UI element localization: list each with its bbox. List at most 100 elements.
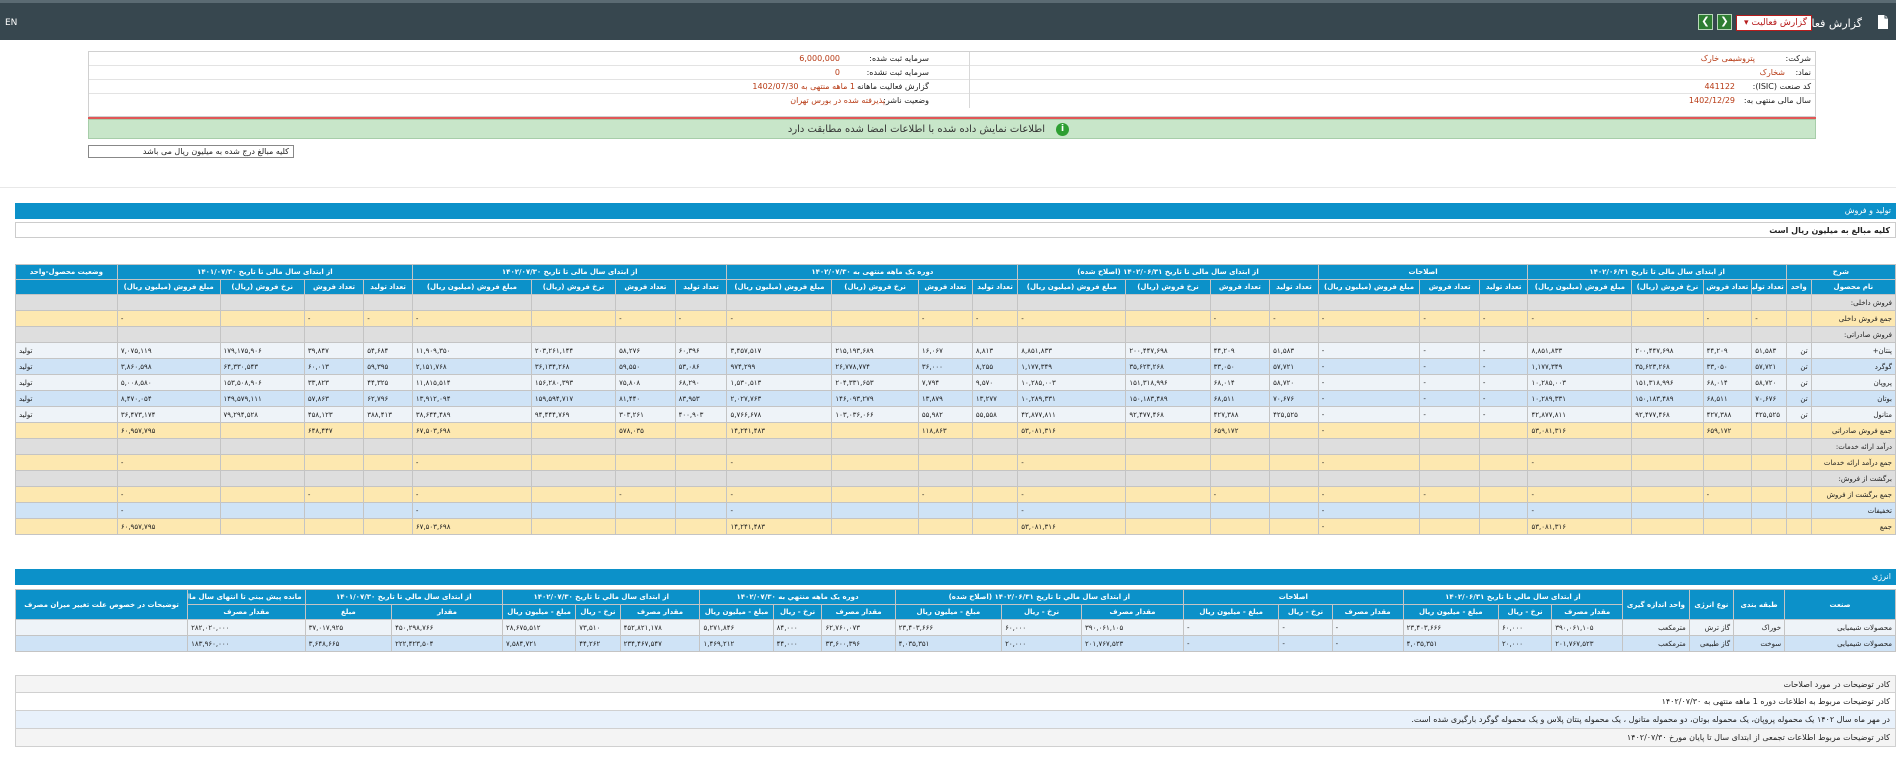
language-toggle[interactable]: EN bbox=[5, 18, 17, 28]
table-cell: ۱۵۰,۱۸۳,۴۸۹ bbox=[1125, 390, 1211, 407]
table-cell: ۲۰,۰۰۰ bbox=[1001, 635, 1082, 652]
table-cell bbox=[219, 326, 305, 343]
notes-line: کادر توضیحات مربوط اطلاعات تجمعی از ابتد… bbox=[15, 729, 1896, 747]
info-row: سال مالی منتهی به: 1402/12/29 وضعیت ناشر… bbox=[89, 94, 1815, 108]
header-cell: شرح bbox=[1785, 264, 1896, 280]
header-cell: نرخ - ریال bbox=[1001, 604, 1082, 620]
table-cell: ۱۶,۰۶۷ bbox=[917, 342, 973, 359]
table-cell: - bbox=[1527, 310, 1633, 327]
table-cell bbox=[917, 502, 973, 519]
table-cell bbox=[831, 326, 919, 343]
table-header-row: صنعت طبقه بندی نوع انرژی واحد اندازه گیر… bbox=[14, 589, 1896, 620]
table-cell: - bbox=[116, 486, 221, 503]
table-cell bbox=[1702, 326, 1753, 343]
table-cell bbox=[219, 310, 305, 327]
table-cell bbox=[15, 454, 118, 471]
table-cell bbox=[1702, 294, 1753, 311]
table-cell bbox=[1269, 438, 1319, 455]
table-row: جمع فروش داخلی - - - - - - - - - - - - - - - - - - bbox=[15, 310, 1896, 327]
production-table: شرح از ابتدای سال مالی تا تاریخ ۱۴۰۲/۰۶/… bbox=[15, 264, 1896, 535]
capital-value: 6,000,000 bbox=[799, 54, 840, 63]
table-cell: ۳۵,۶۲۳,۲۶۸ bbox=[1631, 358, 1704, 375]
table-cell bbox=[1785, 438, 1812, 455]
next-button[interactable]: ❯ bbox=[1717, 14, 1732, 30]
header-cell: نرخ - ریال bbox=[575, 604, 621, 620]
table-cell bbox=[530, 438, 617, 455]
table-cell: ۴۵۰,۲۹۸,۷۶۶ bbox=[391, 619, 504, 636]
table-cell bbox=[15, 470, 118, 487]
info-icon: i bbox=[1056, 123, 1069, 136]
table-cell bbox=[971, 422, 1019, 439]
status-value: پذیرفته شده در بورس تهران bbox=[790, 96, 885, 105]
table-cell bbox=[1269, 470, 1319, 487]
table-row: جمع ۵۳,۰۸۱,۳۱۶ - ۵۳,۰۸۱,۳۱۶ ۱۴,۲۴۱,۴۸۳ ۶۷,۵۰۳… bbox=[15, 518, 1896, 535]
table-cell: ۵۴,۶۸۴ bbox=[363, 342, 413, 359]
table-cell: - bbox=[1317, 374, 1421, 391]
table-cell: ۵۳,۰۸۱,۳۱۶ bbox=[1527, 422, 1633, 439]
table-cell bbox=[1785, 518, 1812, 535]
isic-value: 441122 bbox=[1704, 82, 1735, 91]
header-cell: طبقه بندی bbox=[1733, 589, 1786, 620]
header-cell: تعداد فروش bbox=[303, 279, 365, 295]
table-cell: - bbox=[1317, 518, 1421, 535]
header-cell: مقدار مصرف bbox=[1331, 604, 1404, 620]
table-cell bbox=[530, 294, 617, 311]
notice-text: اطلاعات نمایش داده شده با اطلاعات امضا ش… bbox=[787, 124, 1045, 135]
table-cell: - bbox=[615, 310, 676, 327]
table-cell bbox=[831, 470, 919, 487]
table-cell bbox=[1125, 486, 1211, 503]
row-label: محصولات شیمیایی bbox=[1784, 635, 1896, 652]
table-cell bbox=[917, 518, 973, 535]
table-cell: - bbox=[1419, 486, 1480, 503]
table-cell: ۶۸,۲۹۰ bbox=[674, 374, 728, 391]
table-cell: ۴۲,۸۷۷,۸۱۱ bbox=[1527, 406, 1633, 423]
table-cell: - bbox=[1419, 342, 1480, 359]
table-cell bbox=[1751, 486, 1787, 503]
header-cell: صنعت bbox=[1784, 589, 1896, 620]
table-cell: ۳۶,۴۷۳,۱۷۴ bbox=[116, 406, 221, 423]
table-cell bbox=[831, 310, 919, 327]
table-cell: - bbox=[917, 310, 973, 327]
table-cell: ۱۵۱,۳۱۸,۹۹۶ bbox=[1125, 374, 1211, 391]
table-cell bbox=[1269, 486, 1319, 503]
table-cell: تن bbox=[1785, 358, 1812, 375]
row-label: جمع درآمد ارائه خدمات bbox=[1810, 454, 1896, 471]
table-cell: - bbox=[726, 486, 833, 503]
table-cell bbox=[1631, 518, 1704, 535]
table-cell: ۶۸,۰۱۴ bbox=[1702, 374, 1753, 391]
row-label: فروش داخلی: bbox=[1810, 294, 1896, 311]
prev-button[interactable]: ❮ bbox=[1698, 14, 1713, 30]
header-cell: مقدار مصرف bbox=[619, 604, 701, 620]
table-cell bbox=[15, 486, 118, 503]
table-cell: ۵۹,۵۵۰ bbox=[615, 358, 676, 375]
header-cell: مبلغ فروش (میلیون ریال) bbox=[1527, 279, 1633, 295]
table-cell: ۱۵۳,۵۰۸,۹۰۶ bbox=[219, 374, 305, 391]
table-cell: ۶۸,۵۱۱ bbox=[1209, 390, 1271, 407]
table-cell bbox=[917, 326, 973, 343]
table-cell: ۱,۱۷۷,۳۴۹ bbox=[1527, 358, 1633, 375]
header-cell: از ابتدای سال مالي تا تاريخ ۱۴۰۲/۰۷/۳۰ bbox=[502, 589, 701, 605]
symbol-value: شخارک bbox=[1759, 68, 1785, 77]
report-type-select[interactable]: گزارش فعالیت ▾ bbox=[1736, 15, 1812, 31]
table-cell bbox=[1631, 486, 1704, 503]
table-cell: - bbox=[1017, 454, 1127, 471]
table-cell bbox=[1702, 438, 1753, 455]
table-cell bbox=[363, 470, 413, 487]
header-cell bbox=[15, 279, 118, 295]
table-cell bbox=[1209, 326, 1271, 343]
table-cell: ۵۱,۵۸۳ bbox=[1751, 342, 1787, 359]
table-cell bbox=[1478, 454, 1529, 471]
table-cell bbox=[116, 438, 221, 455]
table-cell bbox=[726, 438, 833, 455]
table-cell bbox=[1419, 518, 1480, 535]
company-value: پتروشیمی خارک bbox=[1700, 54, 1755, 63]
table-cell bbox=[1478, 486, 1529, 503]
table-cell: ۱۴,۲۴۱,۴۸۳ bbox=[726, 518, 833, 535]
table-cell bbox=[1631, 422, 1704, 439]
table-cell bbox=[971, 502, 1019, 519]
info-row: شرکت: پتروشیمی خارک سرمایه ثبت شده: 6,00… bbox=[89, 52, 1815, 66]
table-cell bbox=[303, 470, 365, 487]
header-cell: از ابتدای سال مالی تا تاریخ ۱۴۰۲/۰۶/۳۱ (… bbox=[1017, 264, 1319, 280]
table-cell: - bbox=[303, 310, 365, 327]
header-cell: نرخ - ریال bbox=[772, 604, 823, 620]
